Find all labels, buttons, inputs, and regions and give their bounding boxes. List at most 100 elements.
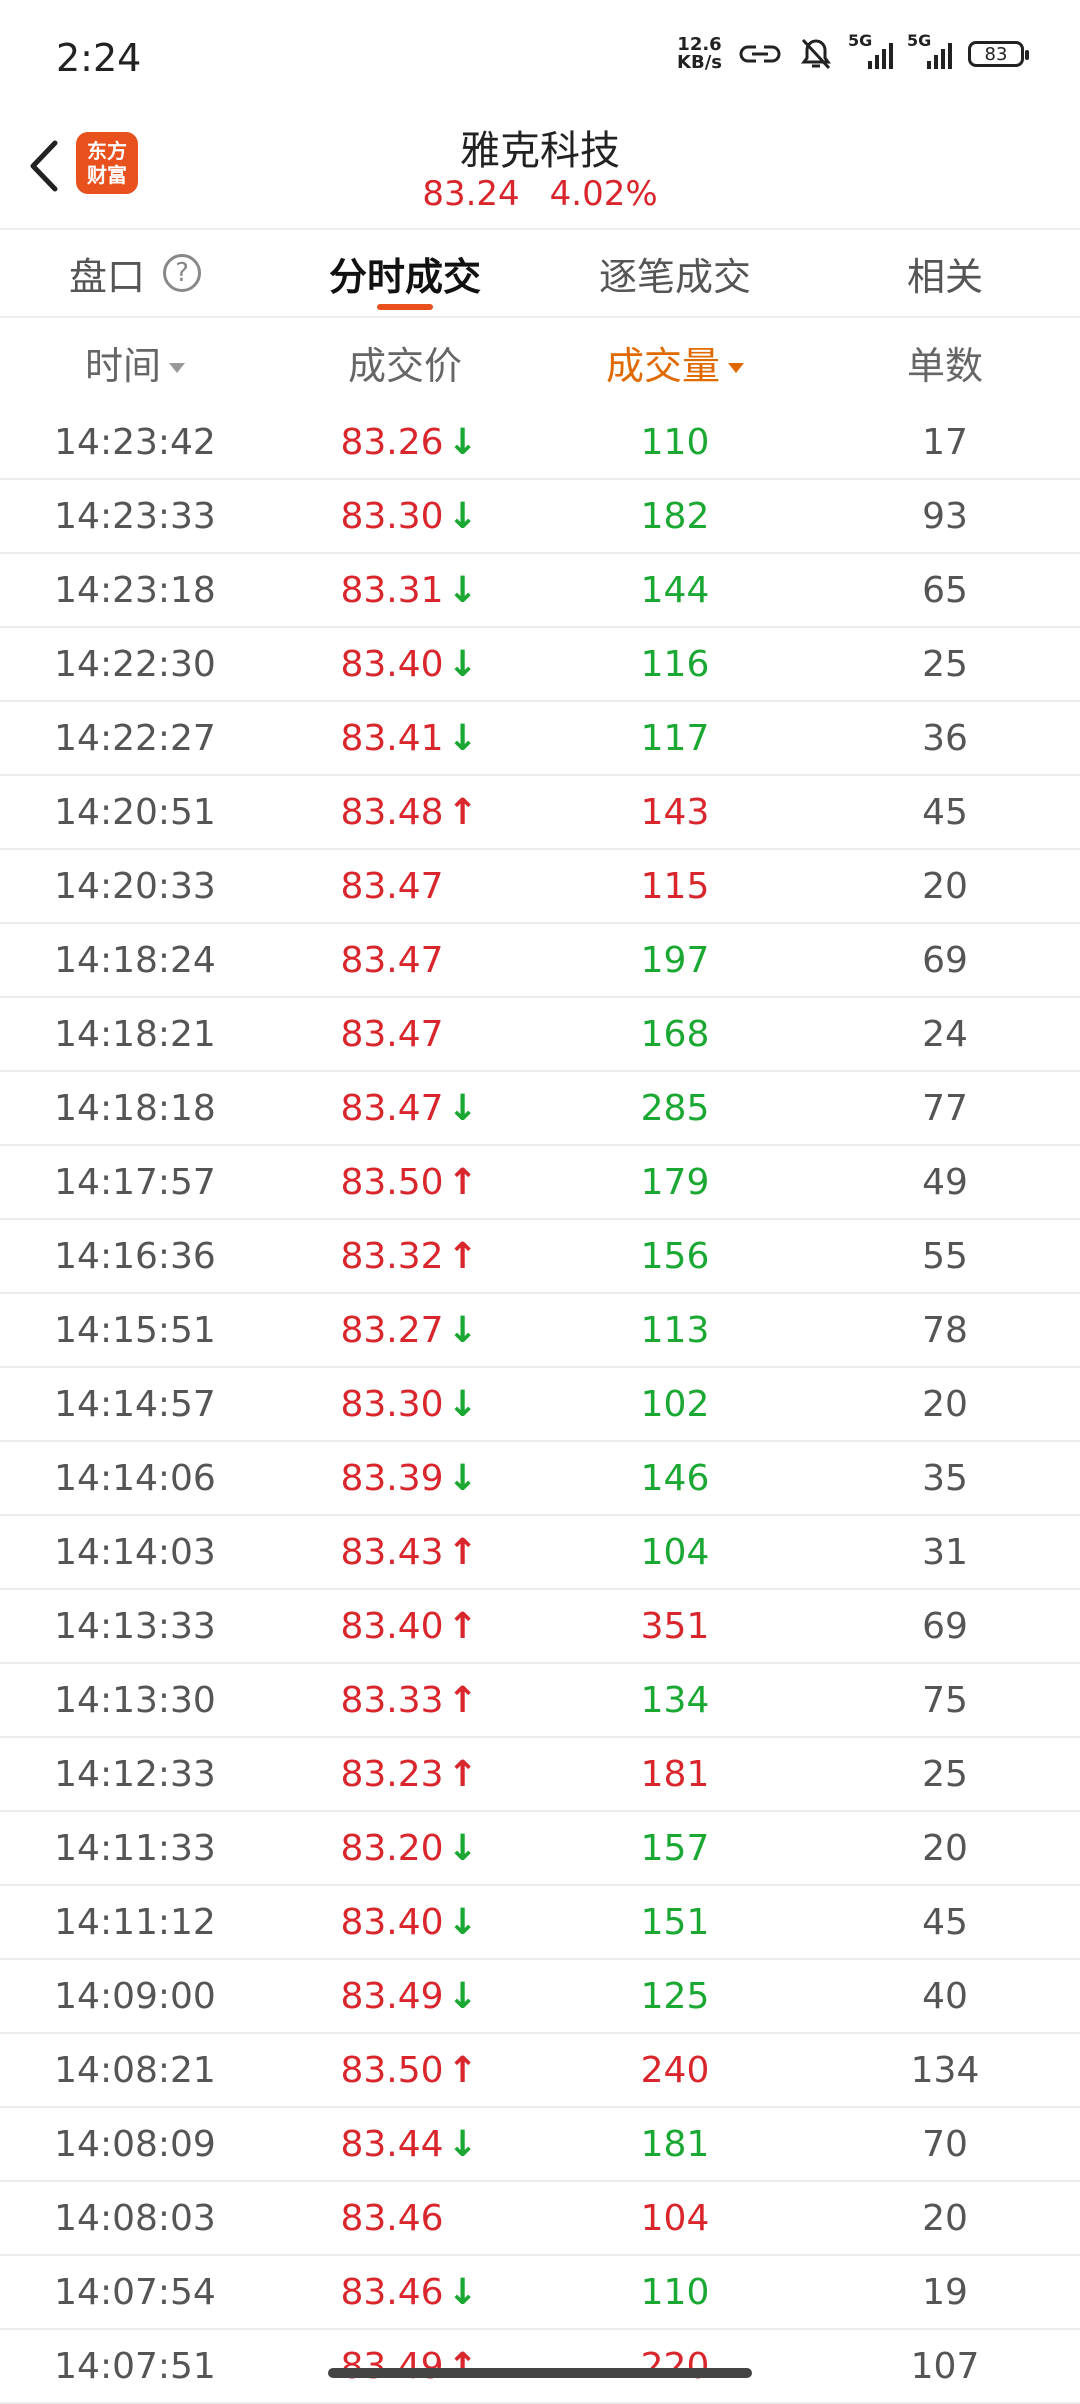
column-header-time[interactable]: 时间	[0, 335, 270, 390]
arrow-up-icon: ↑	[447, 2345, 478, 2387]
table-row: 14:13:30 83.33 ↑ 134 75	[0, 1664, 1080, 1738]
arrow-up-icon: ↑	[447, 1605, 478, 1647]
trade-count: 134	[910, 2049, 980, 2091]
column-headers: 时间 成交价 成交量 单数	[0, 318, 1080, 406]
tab-order-book[interactable]: 盘口 ?	[0, 230, 270, 316]
column-header-volume[interactable]: 成交量	[540, 335, 810, 390]
trade-price-cell: 83.47	[270, 1014, 540, 1055]
trade-count: 70	[922, 2123, 968, 2165]
arrow-down-icon: ↓	[447, 2123, 478, 2165]
trade-price: 83.47	[340, 865, 444, 907]
trade-list[interactable]: 14:23:42 83.26 ↓ 110 17 14:23:33 83.30 ↓ 182 93 14…	[0, 406, 1080, 2404]
trade-time: 14:23:42	[54, 421, 216, 463]
trade-price-cell: 83.32 ↑	[270, 1236, 540, 1277]
tab-bar: 盘口 ? 分时成交 逐笔成交 相关	[0, 228, 1080, 318]
trade-volume: 115	[640, 865, 710, 907]
trade-count: 20	[922, 2197, 968, 2239]
trade-volume: 110	[640, 421, 710, 463]
trade-price-cell: 83.40 ↑	[270, 1606, 540, 1647]
arrow-down-icon: ↓	[447, 1457, 478, 1499]
table-row: 14:18:21 83.47 168 24	[0, 998, 1080, 1072]
trade-price: 83.27	[340, 1309, 444, 1351]
tab-time-sales[interactable]: 分时成交	[270, 230, 540, 316]
trade-count: 36	[922, 717, 968, 759]
trade-volume: 144	[640, 569, 710, 611]
sort-caret-icon	[728, 363, 744, 373]
trade-volume: 143	[640, 791, 710, 833]
trade-volume: 117	[640, 717, 710, 759]
table-row: 14:08:09 83.44 ↓ 181 70	[0, 2108, 1080, 2182]
table-row: 14:14:57 83.30 ↓ 102 20	[0, 1368, 1080, 1442]
trade-time: 14:09:00	[54, 1975, 216, 2017]
trade-time: 14:07:54	[54, 2271, 216, 2313]
trade-count: 20	[922, 865, 968, 907]
table-row: 14:11:33 83.20 ↓ 157 20	[0, 1812, 1080, 1886]
table-row: 14:13:33 83.40 ↑ 351 69	[0, 1590, 1080, 1664]
trade-time: 14:18:18	[54, 1087, 216, 1129]
table-row: 14:09:00 83.49 ↓ 125 40	[0, 1960, 1080, 2034]
trade-price-cell: 83.40 ↓	[270, 1902, 540, 1943]
trade-price: 83.32	[340, 1235, 444, 1277]
trade-count: 78	[922, 1309, 968, 1351]
trade-price-cell: 83.43 ↑	[270, 1532, 540, 1573]
trade-volume: 220	[640, 2345, 710, 2387]
trade-price: 83.46	[340, 2271, 444, 2313]
trade-time: 14:23:18	[54, 569, 216, 611]
trade-volume: 351	[640, 1605, 710, 1647]
home-indicator[interactable]	[328, 2368, 752, 2378]
trade-count: 20	[922, 1383, 968, 1425]
trade-count: 35	[922, 1457, 968, 1499]
tab-related[interactable]: 相关	[810, 230, 1080, 316]
trade-time: 14:17:57	[54, 1161, 216, 1203]
help-icon[interactable]: ?	[163, 254, 201, 292]
trade-price-cell: 83.47	[270, 940, 540, 981]
trade-time: 14:13:33	[54, 1605, 216, 1647]
trade-volume: 197	[640, 939, 710, 981]
trade-time: 14:22:30	[54, 643, 216, 685]
trade-price: 83.50	[340, 2049, 444, 2091]
mute-bell-icon	[801, 38, 831, 70]
trade-price: 83.23	[340, 1753, 444, 1795]
arrow-up-icon: ↑	[447, 1531, 478, 1573]
network-speed: 12.6 KB/s	[677, 34, 722, 73]
trade-price: 83.47	[340, 1087, 444, 1129]
trade-time: 14:11:12	[54, 1901, 216, 1943]
trade-price-cell: 83.20 ↓	[270, 1828, 540, 1869]
trade-count: 17	[922, 421, 968, 463]
trade-price: 83.30	[340, 1383, 444, 1425]
table-row: 14:18:18 83.47 ↓ 285 77	[0, 1072, 1080, 1146]
arrow-up-icon: ↑	[447, 1161, 478, 1203]
trade-price: 83.49	[340, 2345, 444, 2387]
table-row: 14:22:27 83.41 ↓ 117 36	[0, 702, 1080, 776]
trade-price-cell: 83.49 ↑	[270, 2346, 540, 2387]
trade-volume: 181	[640, 1753, 710, 1795]
arrow-down-icon: ↓	[447, 1901, 478, 1943]
trade-volume: 240	[640, 2049, 710, 2091]
table-row: 14:23:18 83.31 ↓ 144 65	[0, 554, 1080, 628]
status-bar: 2:24 12.6 KB/s 5G 5G 83	[0, 0, 1080, 118]
trade-price: 83.47	[340, 939, 444, 981]
trade-time: 14:20:33	[54, 865, 216, 907]
trade-volume: 104	[640, 2197, 710, 2239]
battery-icon: 83	[968, 41, 1029, 67]
trade-volume: 110	[640, 2271, 710, 2313]
trade-time: 14:15:51	[54, 1309, 216, 1351]
signal-icon: 5G	[848, 31, 893, 69]
tab-tick-trades[interactable]: 逐笔成交	[540, 230, 810, 316]
table-row: 14:23:42 83.26 ↓ 110 17	[0, 406, 1080, 480]
stock-quote: 83.24 4.02%	[0, 174, 1080, 214]
trade-price-cell: 83.26 ↓	[270, 422, 540, 463]
trade-time: 14:23:33	[54, 495, 216, 537]
table-row: 14:18:24 83.47 197 69	[0, 924, 1080, 998]
arrow-up-icon: ↑	[447, 1679, 478, 1721]
table-row: 14:08:03 83.46 104 20	[0, 2182, 1080, 2256]
trade-time: 14:18:24	[54, 939, 216, 981]
trade-time: 14:08:03	[54, 2197, 216, 2239]
trade-price-cell: 83.27 ↓	[270, 1310, 540, 1351]
trade-volume: 181	[640, 2123, 710, 2165]
trade-count: 55	[922, 1235, 968, 1277]
arrow-up-icon: ↑	[447, 2049, 478, 2091]
trade-price-cell: 83.47	[270, 866, 540, 907]
table-row: 14:20:33 83.47 115 20	[0, 850, 1080, 924]
trade-price: 83.39	[340, 1457, 444, 1499]
